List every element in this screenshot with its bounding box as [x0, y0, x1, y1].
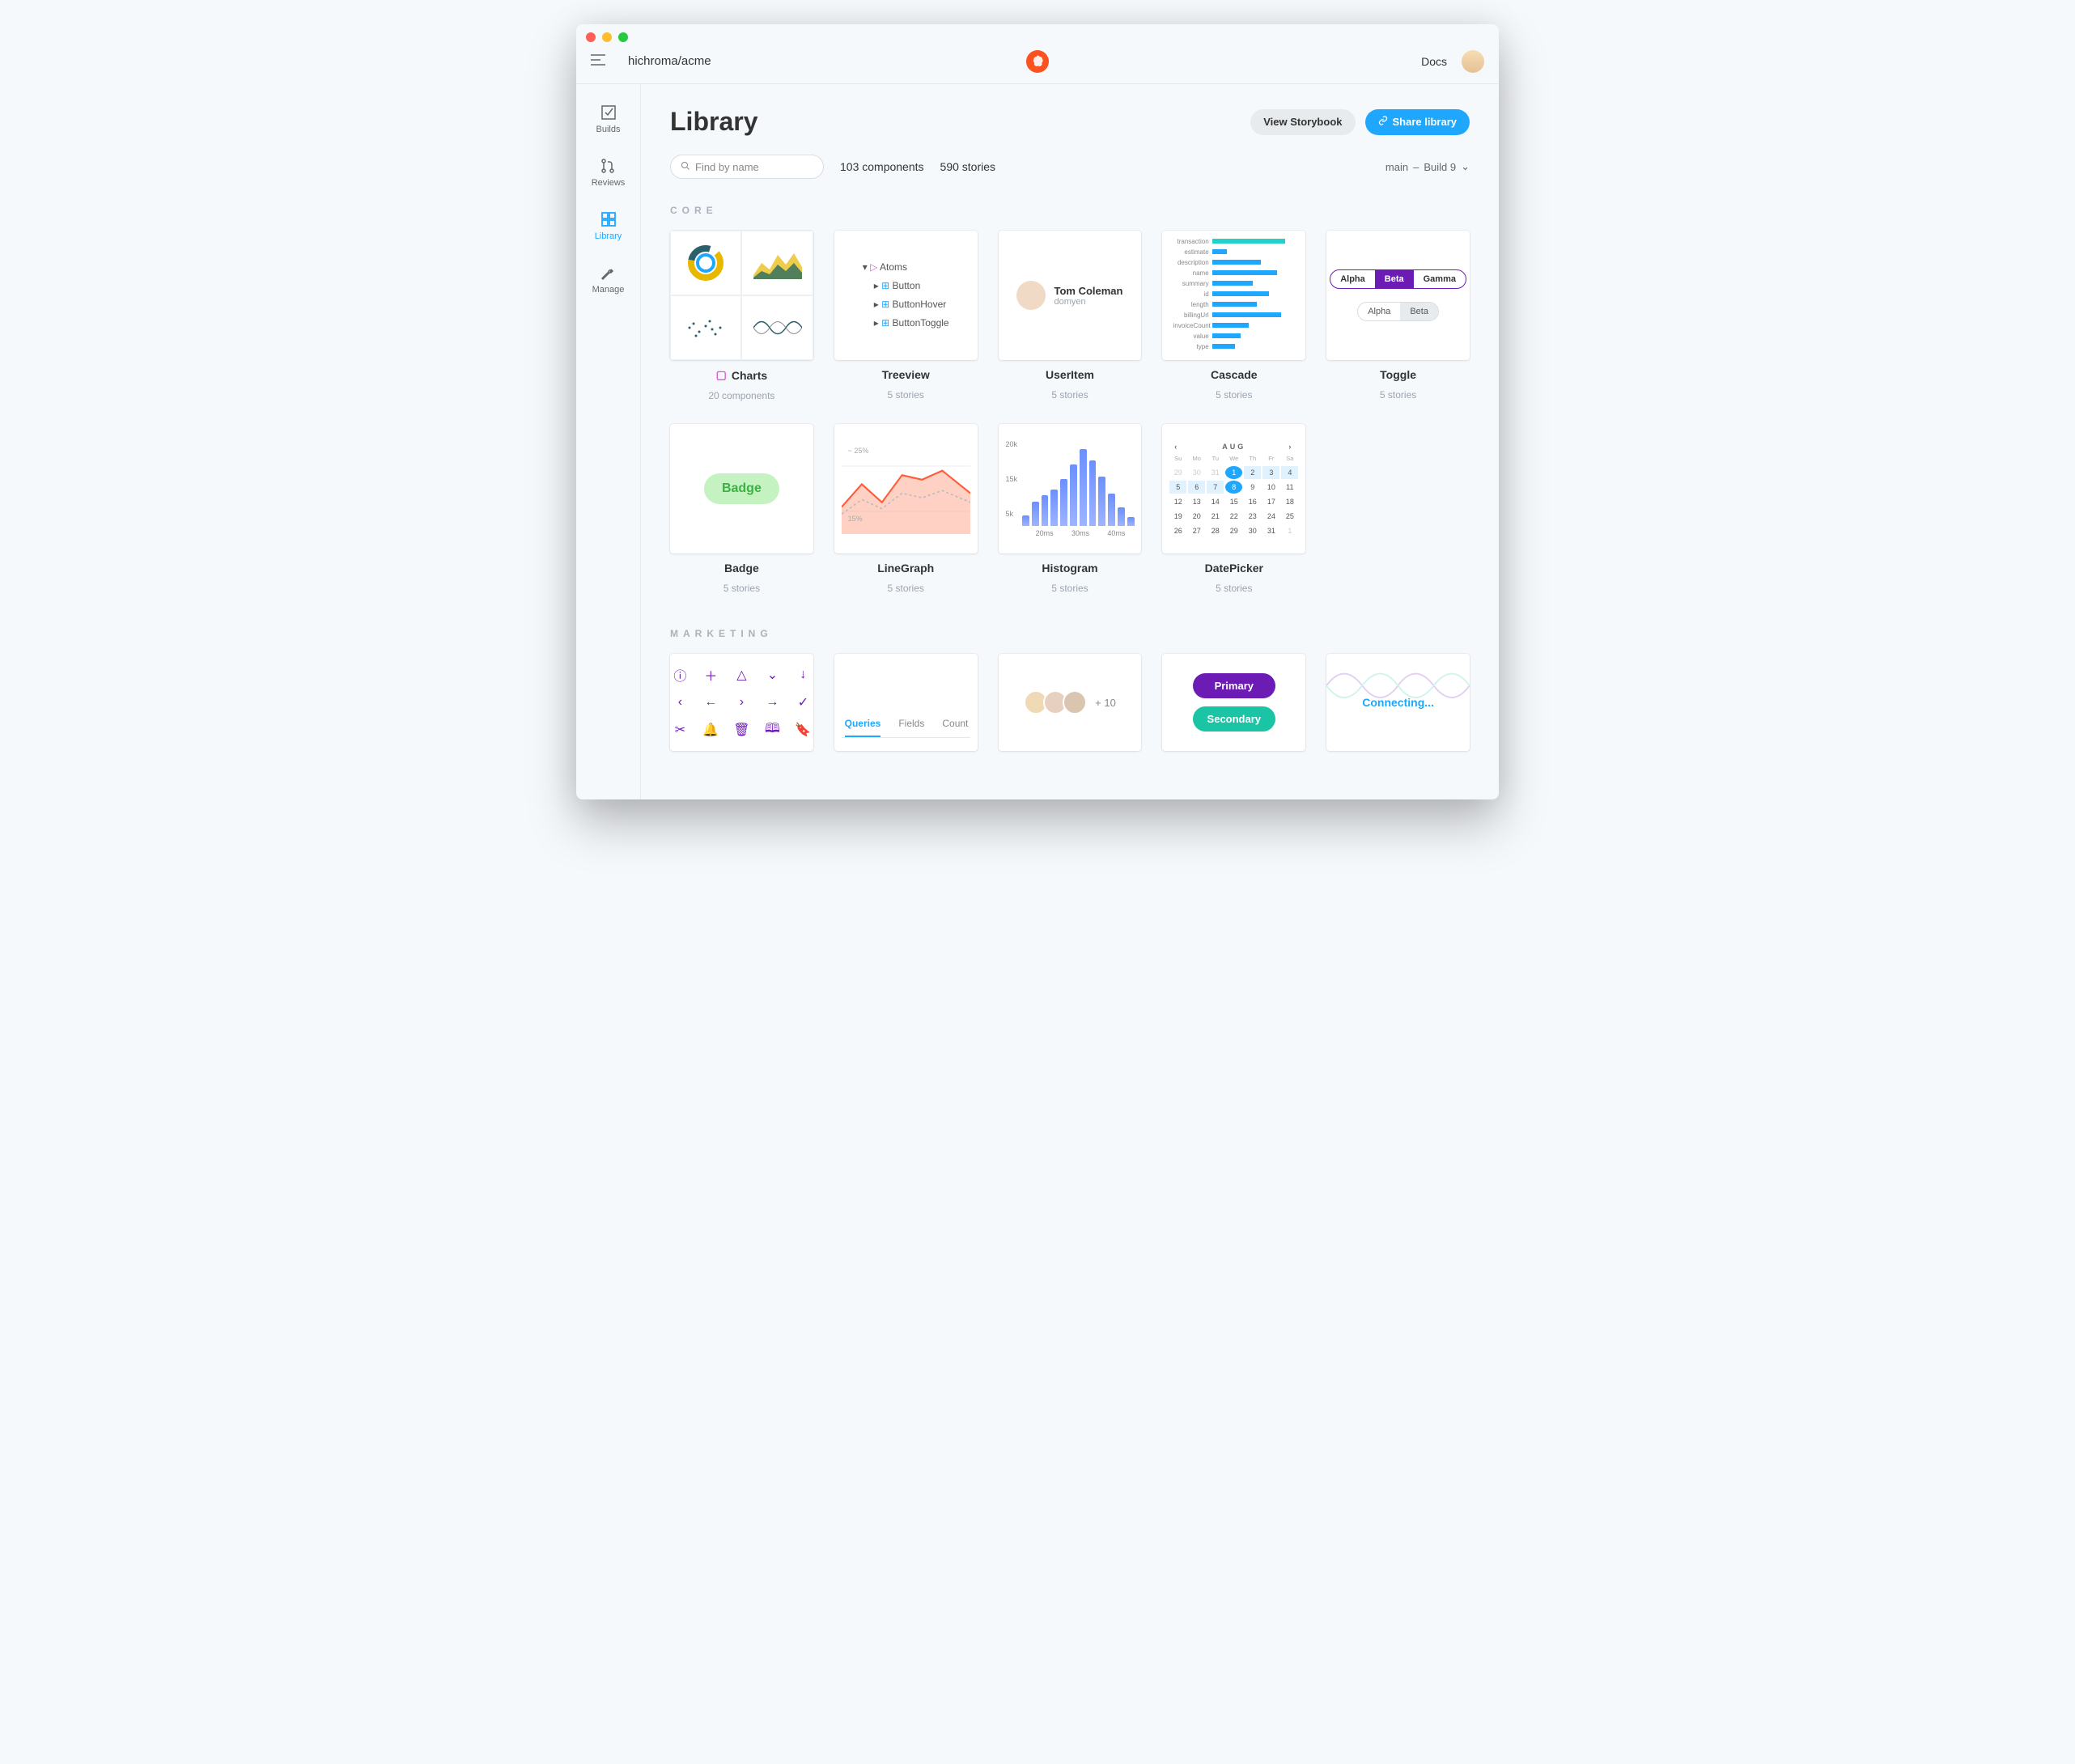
sidebar-label: Library [595, 231, 622, 241]
section-label-marketing: MARKETING [670, 628, 1470, 639]
check-icon [600, 104, 617, 121]
share-library-button[interactable]: Share library [1365, 109, 1470, 135]
card-useritem[interactable]: Tom Colemandomyen UserItem 5 stories [999, 231, 1142, 401]
card-icons[interactable]: ⓘ＋△⌄↓ ‹←›→✓ ✂🔔🗑🕮🔖 [670, 654, 813, 751]
pullrequest-icon [599, 157, 617, 175]
card-treeview[interactable]: ▾ ▷ Atoms ▸ ⊞ Button ▸ ⊞ ButtonHover ▸ ⊞… [834, 231, 978, 401]
sidebar-item-manage[interactable]: Manage [592, 264, 625, 295]
minimize-dot[interactable] [602, 32, 612, 42]
folder-icon: ▢ [716, 368, 727, 382]
chevron-down-icon: ⌄ [1461, 160, 1470, 173]
avatar-icon [1016, 281, 1046, 310]
user-avatar[interactable] [1462, 50, 1484, 73]
view-storybook-button[interactable]: View Storybook [1250, 109, 1355, 135]
mac-titlebar [576, 24, 1499, 39]
card-histogram[interactable]: 20k15k5k 20ms30ms40ms Histogram 5 storie… [999, 424, 1142, 594]
chromatic-logo[interactable] [1026, 50, 1049, 73]
sidebar-label: Reviews [592, 178, 626, 188]
sidebar-item-library[interactable]: Library [595, 210, 622, 241]
chevron-right-icon: › [1288, 443, 1293, 451]
docs-link[interactable]: Docs [1421, 55, 1447, 68]
sidebar-item-builds[interactable]: Builds [596, 104, 621, 134]
zoom-dot[interactable] [618, 32, 628, 42]
card-datepicker[interactable]: ‹AUG› SuMoTuWeThFrSa29303112345678910111… [1162, 424, 1305, 594]
search-icon [681, 161, 690, 173]
marketing-grid: ⓘ＋△⌄↓ ‹←›→✓ ✂🔔🗑🕮🔖 Queries Fields Count [670, 654, 1470, 751]
close-dot[interactable] [586, 32, 596, 42]
chevron-left-icon: ‹ [1174, 443, 1179, 451]
sidebar: Builds Reviews Library Manage [576, 84, 641, 799]
sidebar-item-reviews[interactable]: Reviews [592, 157, 626, 188]
thumb-charts [670, 231, 813, 360]
link-icon [1378, 116, 1388, 128]
section-label-core: CORE [670, 205, 1470, 216]
core-grid-2: Badge Badge 5 stories ~ 25% 15% [670, 424, 1470, 594]
app-window: hichroma/acme Docs Builds Reviews Librar… [576, 24, 1499, 799]
card-linegraph[interactable]: ~ 25% 15% LineGraph 5 stories [834, 424, 978, 594]
search-input[interactable]: Find by name [670, 155, 824, 179]
card-badge[interactable]: Badge Badge 5 stories [670, 424, 813, 594]
main-content: Library View Storybook Share library Fin… [641, 84, 1499, 799]
card-charts[interactable]: ▢Charts 20 components [670, 231, 813, 401]
branch-build-selector[interactable]: main – Build 9 ⌄ [1385, 160, 1470, 173]
page-title: Library [670, 107, 757, 137]
grid-icon [600, 210, 617, 228]
card-tablist[interactable]: Queries Fields Count [834, 654, 978, 751]
menu-icon[interactable] [591, 53, 605, 70]
core-grid-1: ▢Charts 20 components ▾ ▷ Atoms ▸ ⊞ Butt… [670, 231, 1470, 401]
project-breadcrumb[interactable]: hichroma/acme [628, 54, 711, 68]
card-buttons[interactable]: Primary Secondary [1162, 654, 1305, 751]
card-connecting[interactable]: Connecting... [1326, 654, 1470, 751]
card-cascade[interactable]: transactionestimatedescriptionnamesummar… [1162, 231, 1305, 401]
card-avatars[interactable]: + 10 [999, 654, 1142, 751]
sidebar-label: Manage [592, 285, 625, 295]
story-count: 590 stories [940, 160, 995, 173]
wrench-icon [599, 264, 617, 282]
topbar: hichroma/acme Docs [576, 39, 1499, 84]
component-count: 103 components [840, 160, 924, 173]
sidebar-label: Builds [596, 125, 621, 134]
card-toggle[interactable]: AlphaBetaGamma AlphaBeta Toggle 5 storie… [1326, 231, 1470, 401]
